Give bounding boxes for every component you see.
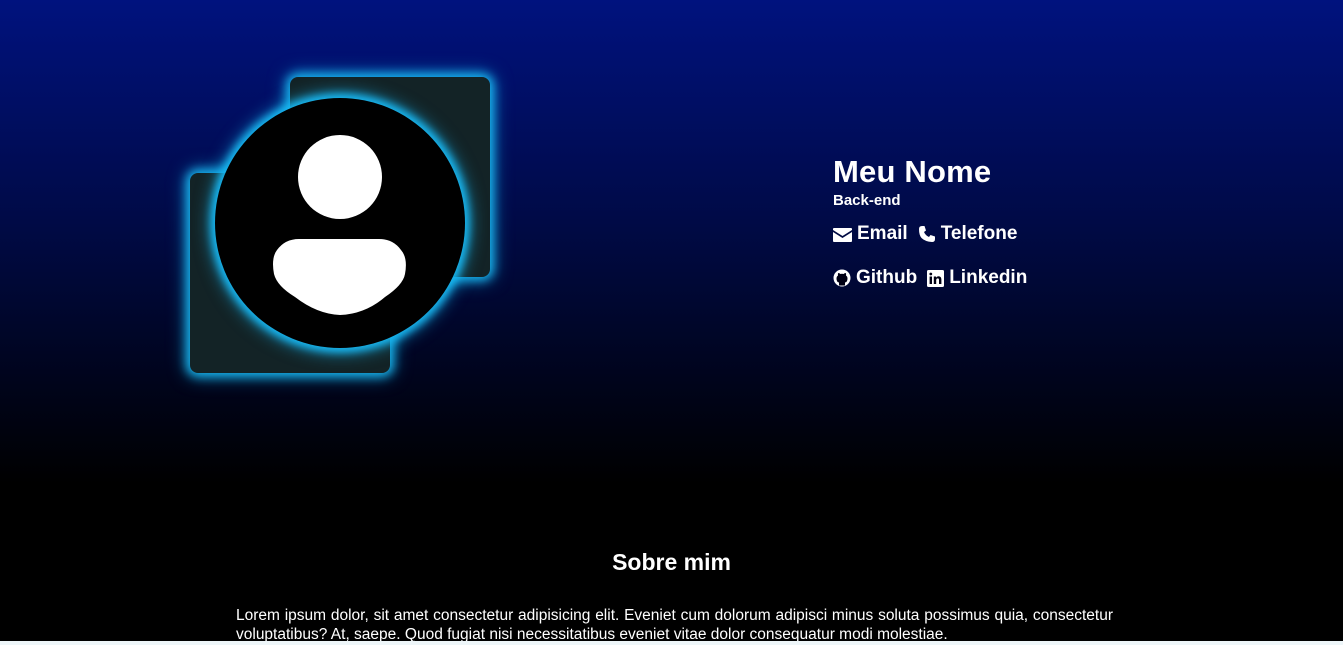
profile-info: Meu Nome Back-end Email Telefone Github … [833, 152, 1233, 292]
email-link[interactable]: Email [833, 223, 908, 245]
bottom-edge [0, 641, 1343, 645]
email-label: Email [857, 223, 908, 244]
contact-links: Email Telefone [833, 220, 1233, 248]
profile-role: Back-end [833, 192, 901, 209]
about-title: Sobre mim [612, 549, 731, 575]
about-section: Sobre mim [0, 540, 1343, 584]
profile-name: Meu Nome [833, 154, 992, 189]
avatar [215, 98, 465, 348]
envelope-icon [833, 227, 852, 242]
avatar-group [190, 76, 492, 374]
github-link[interactable]: Github [833, 267, 917, 289]
github-icon [833, 269, 851, 287]
page: Meu Nome Back-end Email Telefone Github … [0, 0, 1343, 645]
linkedin-icon [927, 269, 945, 287]
user-icon [273, 135, 406, 315]
phone-label: Telefone [940, 223, 1018, 244]
phone-icon [918, 226, 935, 242]
phone-link[interactable]: Telefone [918, 223, 1018, 245]
linkedin-link[interactable]: Linkedin [927, 267, 1027, 289]
linkedin-label: Linkedin [949, 267, 1028, 288]
hero-section: Meu Nome Back-end Email Telefone Github … [0, 0, 1343, 500]
social-links: Github Linkedin [833, 264, 1233, 292]
about-text: Lorem ipsum dolor, sit amet consectetur … [236, 607, 1113, 643]
github-label: Github [856, 267, 918, 288]
